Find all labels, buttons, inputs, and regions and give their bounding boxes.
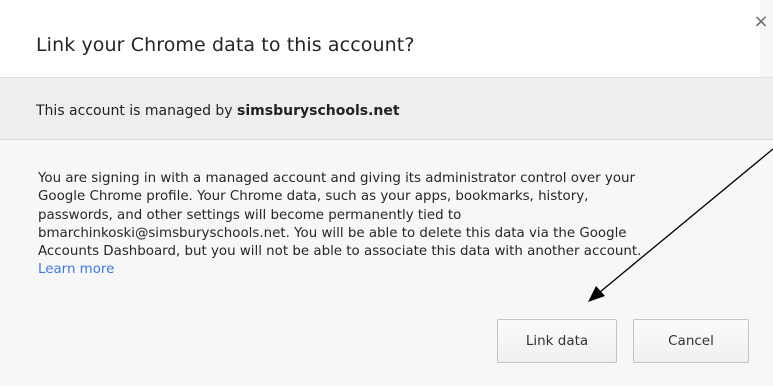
- body-line: passwords, and other settings will becom…: [38, 207, 462, 223]
- learn-more-link[interactable]: Learn more: [38, 262, 114, 277]
- body-line: Google Chrome profile. Your Chrome data,…: [38, 189, 589, 205]
- cancel-button[interactable]: Cancel: [633, 319, 749, 363]
- body-line: You are signing in with a managed accoun…: [38, 171, 636, 186]
- managed-account-notice: This account is managed by simsburyschoo…: [36, 103, 400, 119]
- managed-account-bar: This account is managed by simsburyschoo…: [0, 77, 773, 140]
- dialog-header: Link your Chrome data to this account?: [0, 0, 760, 77]
- body-line: bmarchinkoski@simsburyschools.net. You w…: [38, 225, 627, 241]
- dialog-title: Link your Chrome data to this account?: [36, 34, 415, 56]
- managed-prefix: This account is managed by: [36, 103, 238, 119]
- close-icon[interactable]: ×: [753, 12, 769, 32]
- dialog-body: You are signing in with a managed accoun…: [38, 170, 754, 280]
- body-line: Accounts Dashboard, but you will not be …: [38, 244, 642, 260]
- managed-domain: simsburyschools.net: [237, 103, 400, 119]
- link-chrome-data-dialog: Link your Chrome data to this account? ×…: [0, 0, 773, 386]
- link-data-button[interactable]: Link data: [497, 319, 617, 363]
